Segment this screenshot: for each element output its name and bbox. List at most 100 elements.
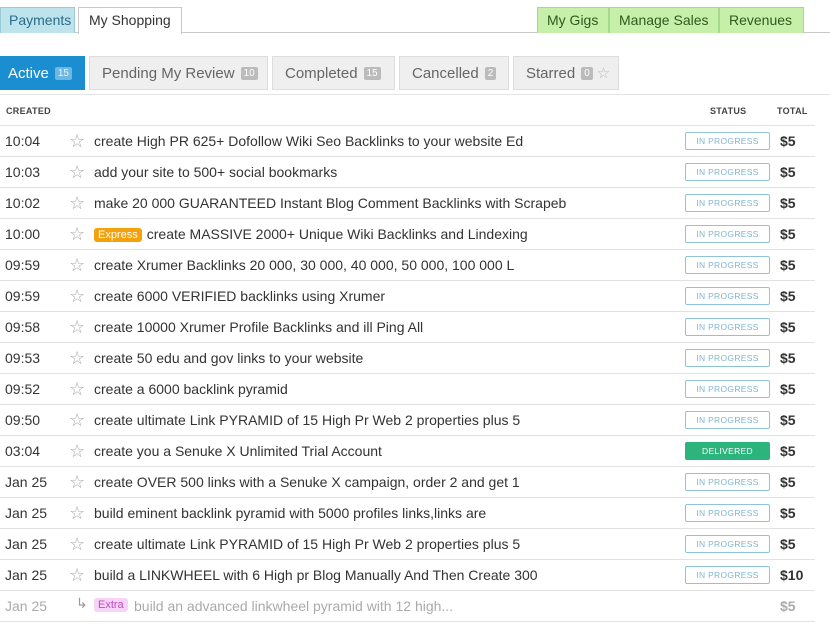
filter-completed[interactable]: Completed 15 [272, 56, 395, 90]
order-created-time: Jan 25 [5, 567, 48, 583]
order-title[interactable]: create OVER 500 links with a Senuke X ca… [94, 474, 520, 490]
order-title-text[interactable]: create OVER 500 links with a Senuke X ca… [94, 474, 520, 490]
filter-active[interactable]: Active 15 [0, 56, 85, 90]
order-title[interactable]: build eminent backlink pyramid with 5000… [94, 505, 486, 521]
star-icon[interactable]: ☆ [69, 287, 85, 305]
star-icon[interactable]: ☆ [69, 256, 85, 274]
order-total: $5 [780, 598, 796, 614]
divider [0, 621, 815, 622]
order-row[interactable]: 09:58 ☆ create 10000 Xrumer Profile Backli… [0, 311, 815, 342]
order-total: $5 [780, 505, 796, 521]
order-title[interactable]: create ultimate Link PYRAMID of 15 High … [94, 412, 520, 428]
order-title-text[interactable]: create ultimate Link PYRAMID of 15 High … [94, 536, 520, 552]
order-title-text[interactable]: create 6000 VERIFIED backlinks using Xru… [94, 288, 385, 304]
order-total: $5 [780, 350, 796, 366]
column-header-created[interactable]: CREATED [6, 106, 51, 116]
status-badge: IN PROGRESS [685, 163, 770, 181]
status-badge: IN PROGRESS [685, 566, 770, 584]
star-icon[interactable]: ☆ [69, 566, 85, 584]
order-row[interactable]: 10:03 ☆ add your site to 500+ social bookm… [0, 156, 815, 187]
order-total: $5 [780, 257, 796, 273]
top-navigation: Payments My Shopping My Gigs Manage Sale… [0, 0, 830, 34]
order-title[interactable]: Express create MASSIVE 2000+ Unique Wiki … [94, 226, 528, 242]
order-title[interactable]: create High PR 625+ Dofollow Wiki Seo Ba… [94, 133, 523, 149]
order-row[interactable]: 09:52 ☆ create a 6000 backlink pyramid IN P… [0, 373, 815, 404]
order-title[interactable]: build an advanced linkwheel pyramid with… [134, 598, 453, 614]
order-row[interactable]: Jan 25 ☆ create OVER 500 links with a Senu… [0, 466, 815, 497]
star-icon[interactable]: ☆ [69, 504, 85, 522]
status-badge: IN PROGRESS [685, 225, 770, 243]
order-title[interactable]: create 6000 VERIFIED backlinks using Xru… [94, 288, 385, 304]
tab-payments[interactable]: Payments [0, 7, 75, 33]
order-title[interactable]: create ultimate Link PYRAMID of 15 High … [94, 536, 520, 552]
star-icon[interactable]: ☆ [69, 318, 85, 336]
order-row[interactable]: 10:00 ☆ Express create MASSIVE 2000+ Unique… [0, 218, 815, 249]
filter-pending-review[interactable]: Pending My Review 10 [89, 56, 268, 90]
tab-revenues[interactable]: Revenues [719, 7, 804, 33]
order-title-text[interactable]: create High PR 625+ Dofollow Wiki Seo Ba… [94, 133, 523, 149]
order-created-time: 10:03 [5, 164, 41, 180]
star-icon[interactable]: ☆ [69, 194, 85, 212]
order-row[interactable]: Jan 25 ☆ create ultimate Link PYRAMID of 1… [0, 528, 815, 559]
order-row[interactable]: 09:59 ☆ create 6000 VERIFIED backlinks usi… [0, 280, 815, 311]
order-row[interactable]: 10:04 ☆ create High PR 625+ Dofollow Wiki … [0, 125, 815, 156]
filter-label: Pending My Review [102, 65, 235, 82]
order-title-text[interactable]: create 50 edu and gov links to your webs… [94, 350, 363, 366]
star-icon[interactable]: ☆ [69, 473, 85, 491]
order-total: $5 [780, 536, 796, 552]
star-icon[interactable]: ☆ [69, 442, 85, 460]
order-created-time: 03:04 [5, 443, 41, 459]
order-row[interactable]: 09:50 ☆ create ultimate Link PYRAMID of 15… [0, 404, 815, 435]
tab-my-gigs[interactable]: My Gigs [537, 7, 609, 33]
status-badge: IN PROGRESS [685, 473, 770, 491]
order-title-text[interactable]: create MASSIVE 2000+ Unique Wiki Backlin… [147, 226, 528, 242]
order-title-text[interactable]: create 10000 Xrumer Profile Backlinks an… [94, 319, 423, 335]
order-title-text[interactable]: create Xrumer Backlinks 20 000, 30 000, … [94, 257, 514, 273]
order-row[interactable]: Jan 25 ☆ build eminent backlink pyramid wi… [0, 497, 815, 528]
order-title-text[interactable]: create ultimate Link PYRAMID of 15 High … [94, 412, 520, 428]
order-title[interactable]: create 50 edu and gov links to your webs… [94, 350, 363, 366]
order-created-time: 09:59 [5, 257, 41, 273]
status-badge: IN PROGRESS [685, 132, 770, 150]
filter-starred[interactable]: Starred 0 ☆ [513, 56, 619, 90]
order-title[interactable]: make 20 000 GUARANTEED Instant Blog Comm… [94, 195, 566, 211]
column-header-total[interactable]: TOTAL [777, 106, 808, 116]
status-badge: IN PROGRESS [685, 504, 770, 522]
order-title[interactable]: create 10000 Xrumer Profile Backlinks an… [94, 319, 423, 335]
order-title-text[interactable]: create a 6000 backlink pyramid [94, 381, 288, 397]
order-row[interactable]: 03:04 ☆ create you a Senuke X Unlimited Tr… [0, 435, 815, 466]
order-row[interactable]: 09:53 ☆ create 50 edu and gov links to you… [0, 342, 815, 373]
status-badge: IN PROGRESS [685, 535, 770, 553]
order-row[interactable]: Jan 25 ☆ build a LINKWHEEL with 6 High pr … [0, 559, 815, 590]
status-badge: IN PROGRESS [685, 194, 770, 212]
filter-label: Starred [526, 65, 576, 82]
order-title[interactable]: create a 6000 backlink pyramid [94, 381, 288, 397]
order-title[interactable]: build a LINKWHEEL with 6 High pr Blog Ma… [94, 567, 538, 583]
star-icon[interactable]: ☆ [69, 380, 85, 398]
order-title-text[interactable]: create you a Senuke X Unlimited Trial Ac… [94, 443, 382, 459]
order-total: $5 [780, 412, 796, 428]
order-title-text[interactable]: build eminent backlink pyramid with 5000… [94, 505, 486, 521]
order-title[interactable]: create Xrumer Backlinks 20 000, 30 000, … [94, 257, 514, 273]
tab-manage-sales[interactable]: Manage Sales [609, 7, 719, 33]
order-extra-row[interactable]: Jan 25 ↳ Extra build an advanced linkwheel … [0, 590, 815, 621]
star-icon[interactable]: ☆ [69, 411, 85, 429]
status-badge: IN PROGRESS [685, 349, 770, 367]
order-title[interactable]: create you a Senuke X Unlimited Trial Ac… [94, 443, 382, 459]
filter-cancelled[interactable]: Cancelled 2 [399, 56, 509, 90]
order-title-text[interactable]: add your site to 500+ social bookmarks [94, 164, 337, 180]
order-created-time: 09:58 [5, 319, 41, 335]
star-icon[interactable]: ☆ [69, 535, 85, 553]
star-icon[interactable]: ☆ [69, 163, 85, 181]
order-title-text[interactable]: make 20 000 GUARANTEED Instant Blog Comm… [94, 195, 566, 211]
star-icon[interactable]: ☆ [69, 132, 85, 150]
star-icon[interactable]: ☆ [69, 349, 85, 367]
tab-my-shopping[interactable]: My Shopping [78, 7, 182, 34]
order-row[interactable]: 10:02 ☆ make 20 000 GUARANTEED Instant Blo… [0, 187, 815, 218]
star-icon[interactable]: ☆ [69, 225, 85, 243]
order-title-text[interactable]: build a LINKWHEEL with 6 High pr Blog Ma… [94, 567, 538, 583]
order-title[interactable]: add your site to 500+ social bookmarks [94, 164, 337, 180]
order-row[interactable]: 09:59 ☆ create Xrumer Backlinks 20 000, 30… [0, 249, 815, 280]
order-created-time: Jan 25 [5, 474, 48, 490]
column-header-status[interactable]: STATUS [710, 106, 746, 116]
